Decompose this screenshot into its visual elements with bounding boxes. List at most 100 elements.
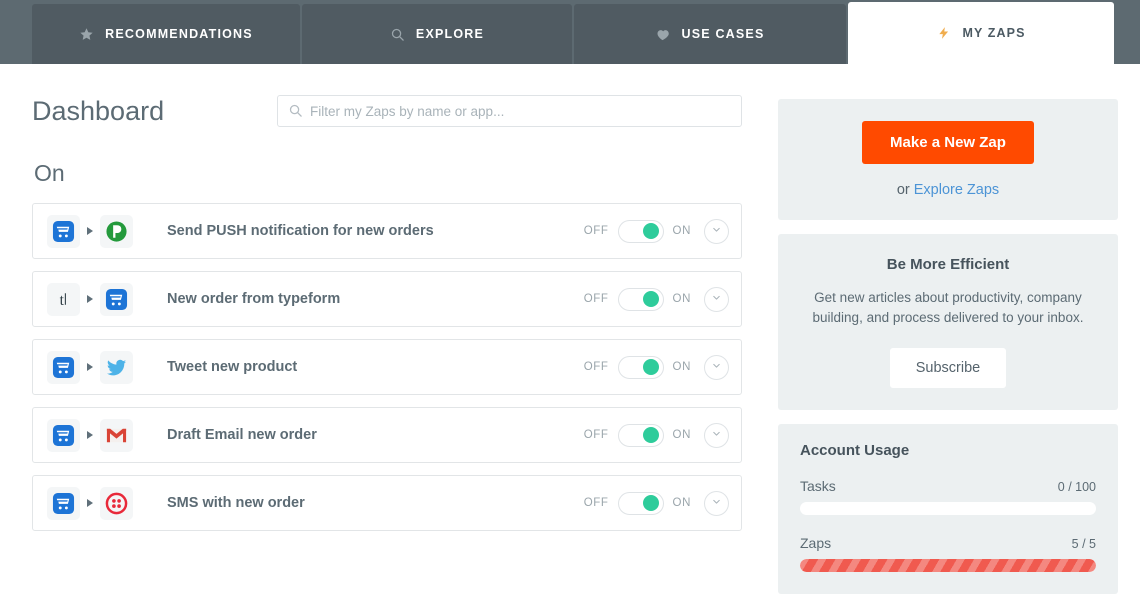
zap-title: SMS with new order: [167, 495, 305, 511]
toggle-off-label: OFF: [583, 361, 609, 373]
tab-label: RECOMMENDATIONS: [105, 27, 253, 41]
tab-explore[interactable]: EXPLORE: [302, 4, 572, 64]
zap-expand-button[interactable]: [704, 218, 729, 244]
main-column: Dashboard On: [32, 64, 742, 608]
usage-row-zaps: Zaps 5 / 5: [800, 535, 1096, 551]
usage-progress-fill: [800, 558, 1096, 572]
sidebar: Make a New Zap or Explore Zaps Be More E…: [778, 64, 1118, 608]
usage-row-tasks: Tasks 0 / 100: [800, 478, 1096, 494]
lightning-bolt-icon: [936, 26, 951, 41]
zap-toggle-switch[interactable]: [617, 355, 664, 379]
explore-zaps-line: or Explore Zaps: [802, 182, 1094, 198]
toggle-knob: [642, 495, 659, 511]
search-field-wrapper: [277, 95, 742, 127]
gmail-icon: [100, 418, 133, 452]
zap-list: Send PUSH notification for new orders OF…: [32, 203, 742, 531]
toggle-on-label: ON: [672, 497, 691, 509]
toggle-on-label: ON: [672, 429, 691, 441]
zap-apps: [47, 350, 133, 384]
top-navigation: RECOMMENDATIONS EXPLORE USE CASES MY ZAP…: [0, 0, 1140, 64]
heart-icon: [655, 27, 670, 42]
star-icon: [79, 27, 94, 42]
explore-zaps-link[interactable]: Explore Zaps: [914, 182, 999, 198]
zap-toggle-group: OFF ON: [583, 287, 691, 311]
zap-toggle-switch[interactable]: [617, 491, 664, 515]
zap-toggle-group: OFF ON: [584, 219, 691, 243]
svg-text:t: t: [60, 291, 65, 308]
zap-toggle-group: OFF ON: [584, 423, 691, 447]
tab-label: USE CASES: [681, 27, 765, 41]
account-usage-panel: Account Usage Tasks 0 / 100 Zaps 5 / 5: [778, 423, 1118, 594]
arrow-icon: [87, 227, 93, 235]
typeform-icon: t: [47, 282, 80, 316]
shopping-cart-icon: [47, 418, 80, 452]
shopping-cart-icon: [47, 214, 80, 248]
account-usage-title: Account Usage: [800, 441, 910, 459]
zap-row[interactable]: Draft Email new order OFF ON: [32, 407, 742, 463]
zap-toggle-switch[interactable]: [617, 287, 664, 311]
zap-expand-button[interactable]: [704, 490, 729, 516]
toggle-off-label: OFF: [583, 497, 609, 509]
toggle-knob: [642, 223, 659, 239]
zap-row[interactable]: SMS with new order OFF ON: [32, 475, 742, 531]
zap-row[interactable]: t New order from typeform OFF ON: [32, 271, 742, 327]
tab-label: MY ZAPS: [962, 26, 1026, 40]
zap-row[interactable]: Send PUSH notification for new orders OF…: [32, 203, 742, 259]
or-text: or: [896, 182, 914, 198]
usage-value: 0 / 100: [1057, 479, 1096, 494]
toggle-on-label: ON: [672, 361, 691, 373]
subscribe-button[interactable]: Subscribe: [889, 347, 1007, 388]
chevron-down-icon: [711, 494, 722, 512]
make-new-zap-button[interactable]: Make a New Zap: [862, 121, 1034, 164]
zap-toggle-switch[interactable]: [617, 219, 664, 243]
chevron-down-icon: [711, 222, 722, 240]
zap-apps: [47, 486, 133, 520]
zap-title: Tweet new product: [167, 359, 298, 375]
zap-apps: [47, 418, 133, 452]
tab-recommendations[interactable]: RECOMMENDATIONS: [32, 4, 300, 64]
usage-value: 5 / 5: [1071, 536, 1096, 551]
toggle-knob: [642, 427, 659, 443]
zap-toggle-switch[interactable]: [617, 423, 664, 447]
zap-toggle-group: OFF ON: [583, 491, 691, 515]
arrow-icon: [87, 295, 93, 303]
zap-expand-button[interactable]: [704, 286, 729, 312]
chevron-down-icon: [711, 426, 722, 444]
search-icon: [390, 27, 405, 42]
zap-apps: [47, 214, 133, 248]
dashboard-header: Dashboard: [32, 64, 742, 136]
toggle-off-label: OFF: [583, 293, 609, 305]
arrow-icon: [87, 363, 93, 371]
tab-label: EXPLORE: [415, 27, 485, 41]
zap-row[interactable]: Tweet new product OFF ON: [32, 339, 742, 395]
shopping-cart-icon: [47, 350, 80, 384]
pushover-icon: [100, 214, 133, 248]
newsletter-title: Be More Efficient: [886, 256, 1010, 273]
zap-expand-button[interactable]: [704, 422, 729, 448]
create-zap-panel: Make a New Zap or Explore Zaps: [778, 99, 1118, 220]
toggle-knob: [642, 291, 659, 307]
page-body: Dashboard On: [0, 64, 1140, 608]
newsletter-body: Get new articles about productivity, com…: [812, 290, 1084, 326]
shopping-cart-icon: [100, 282, 133, 316]
zap-title: Draft Email new order: [167, 427, 317, 443]
usage-progress-tasks: [800, 501, 1096, 515]
section-title-on: On: [34, 160, 65, 186]
search-input[interactable]: [277, 95, 742, 127]
newsletter-panel: Be More Efficient Get new articles about…: [778, 234, 1118, 410]
arrow-icon: [87, 431, 93, 439]
zap-title: New order from typeform: [167, 291, 341, 307]
chevron-down-icon: [711, 358, 722, 376]
page-title: Dashboard: [32, 95, 165, 126]
zap-title: Send PUSH notification for new orders: [167, 223, 434, 239]
tab-my-zaps[interactable]: MY ZAPS: [848, 2, 1114, 64]
tab-use-cases[interactable]: USE CASES: [574, 4, 846, 64]
usage-label: Tasks: [800, 477, 836, 494]
toggle-on-label: ON: [672, 293, 691, 305]
arrow-icon: [87, 499, 93, 507]
chevron-down-icon: [711, 290, 722, 308]
zap-expand-button[interactable]: [704, 354, 729, 380]
toggle-on-label: ON: [672, 225, 691, 237]
zap-toggle-group: OFF ON: [583, 355, 691, 379]
usage-progress-zaps: [800, 558, 1096, 572]
